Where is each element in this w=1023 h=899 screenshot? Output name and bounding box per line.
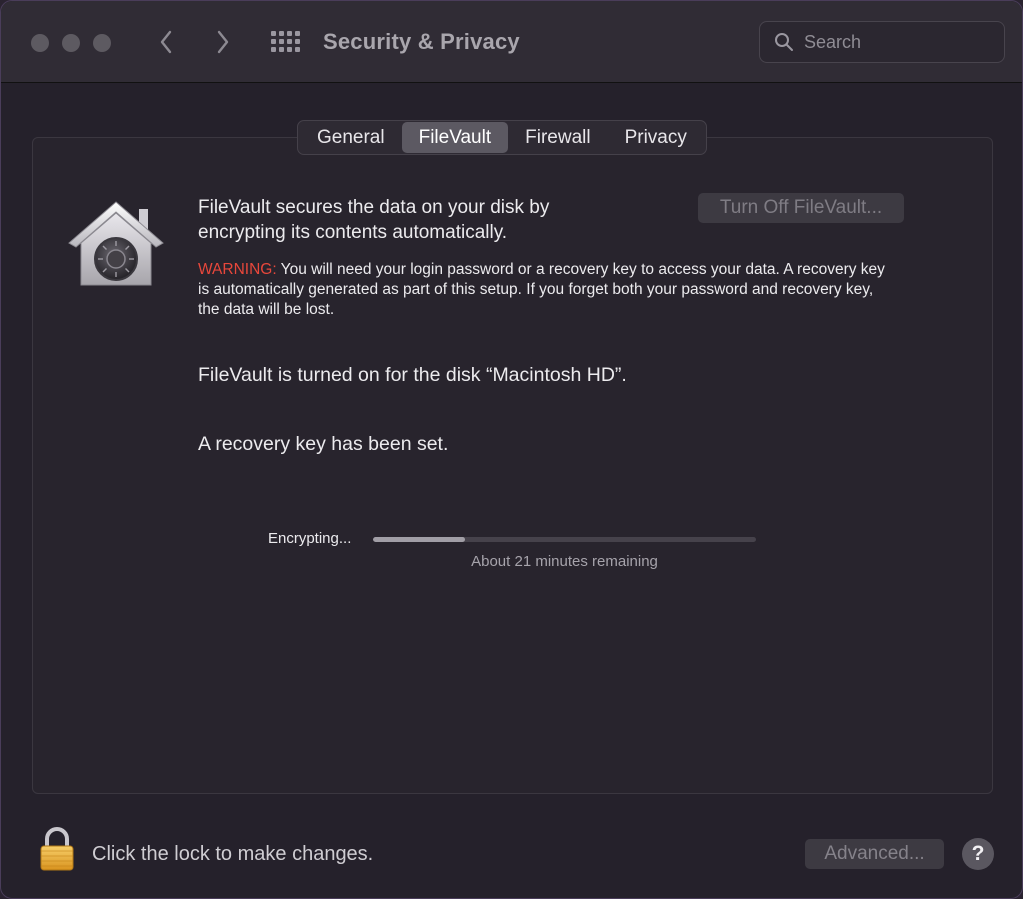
turn-off-filevault-button[interactable]: Turn Off FileVault... [698,193,904,223]
time-remaining-text: About 21 minutes remaining [471,553,658,570]
search-field[interactable] [759,21,1005,63]
security-privacy-window: Security & Privacy General FileVault Fir… [0,0,1023,899]
search-input[interactable] [804,31,994,53]
advanced-button[interactable]: Advanced... [805,839,944,869]
encryption-progress-fill [373,537,465,542]
chevron-right-icon [217,30,229,54]
window-title: Security & Privacy [323,29,520,54]
forward-button[interactable] [208,25,238,59]
filevault-status-text: FileVault is turned on for the disk “Mac… [198,364,627,386]
tab-general[interactable]: General [300,122,402,153]
warning-text: You will need your login password or a r… [198,261,885,318]
minimize-window-button[interactable] [62,34,80,52]
search-icon [775,33,793,51]
filevault-description: FileVault secures the data on your disk … [198,197,550,243]
chevron-left-icon [160,30,172,54]
help-button[interactable]: ? [962,838,994,870]
back-button[interactable] [151,25,181,59]
close-window-button[interactable] [31,34,49,52]
recovery-key-status-text: A recovery key has been set. [198,433,449,455]
encrypting-label: Encrypting... [268,530,352,547]
show-all-button[interactable] [269,29,301,55]
zoom-window-button[interactable] [93,34,111,52]
title-bar: Security & Privacy [1,1,1022,83]
tab-bar: General FileVault Firewall Privacy [297,120,707,155]
tab-privacy[interactable]: Privacy [608,122,704,153]
warning-label: WARNING: [198,261,277,278]
tab-firewall[interactable]: Firewall [508,122,607,153]
filevault-house-icon [68,201,164,286]
tab-filevault[interactable]: FileVault [401,122,509,153]
encryption-progress-bar [373,537,756,542]
lock-instruction-text: Click the lock to make changes. [92,843,374,865]
lock-icon[interactable] [39,827,75,871]
warning-message: WARNING: You will need your login passwo… [198,260,898,320]
